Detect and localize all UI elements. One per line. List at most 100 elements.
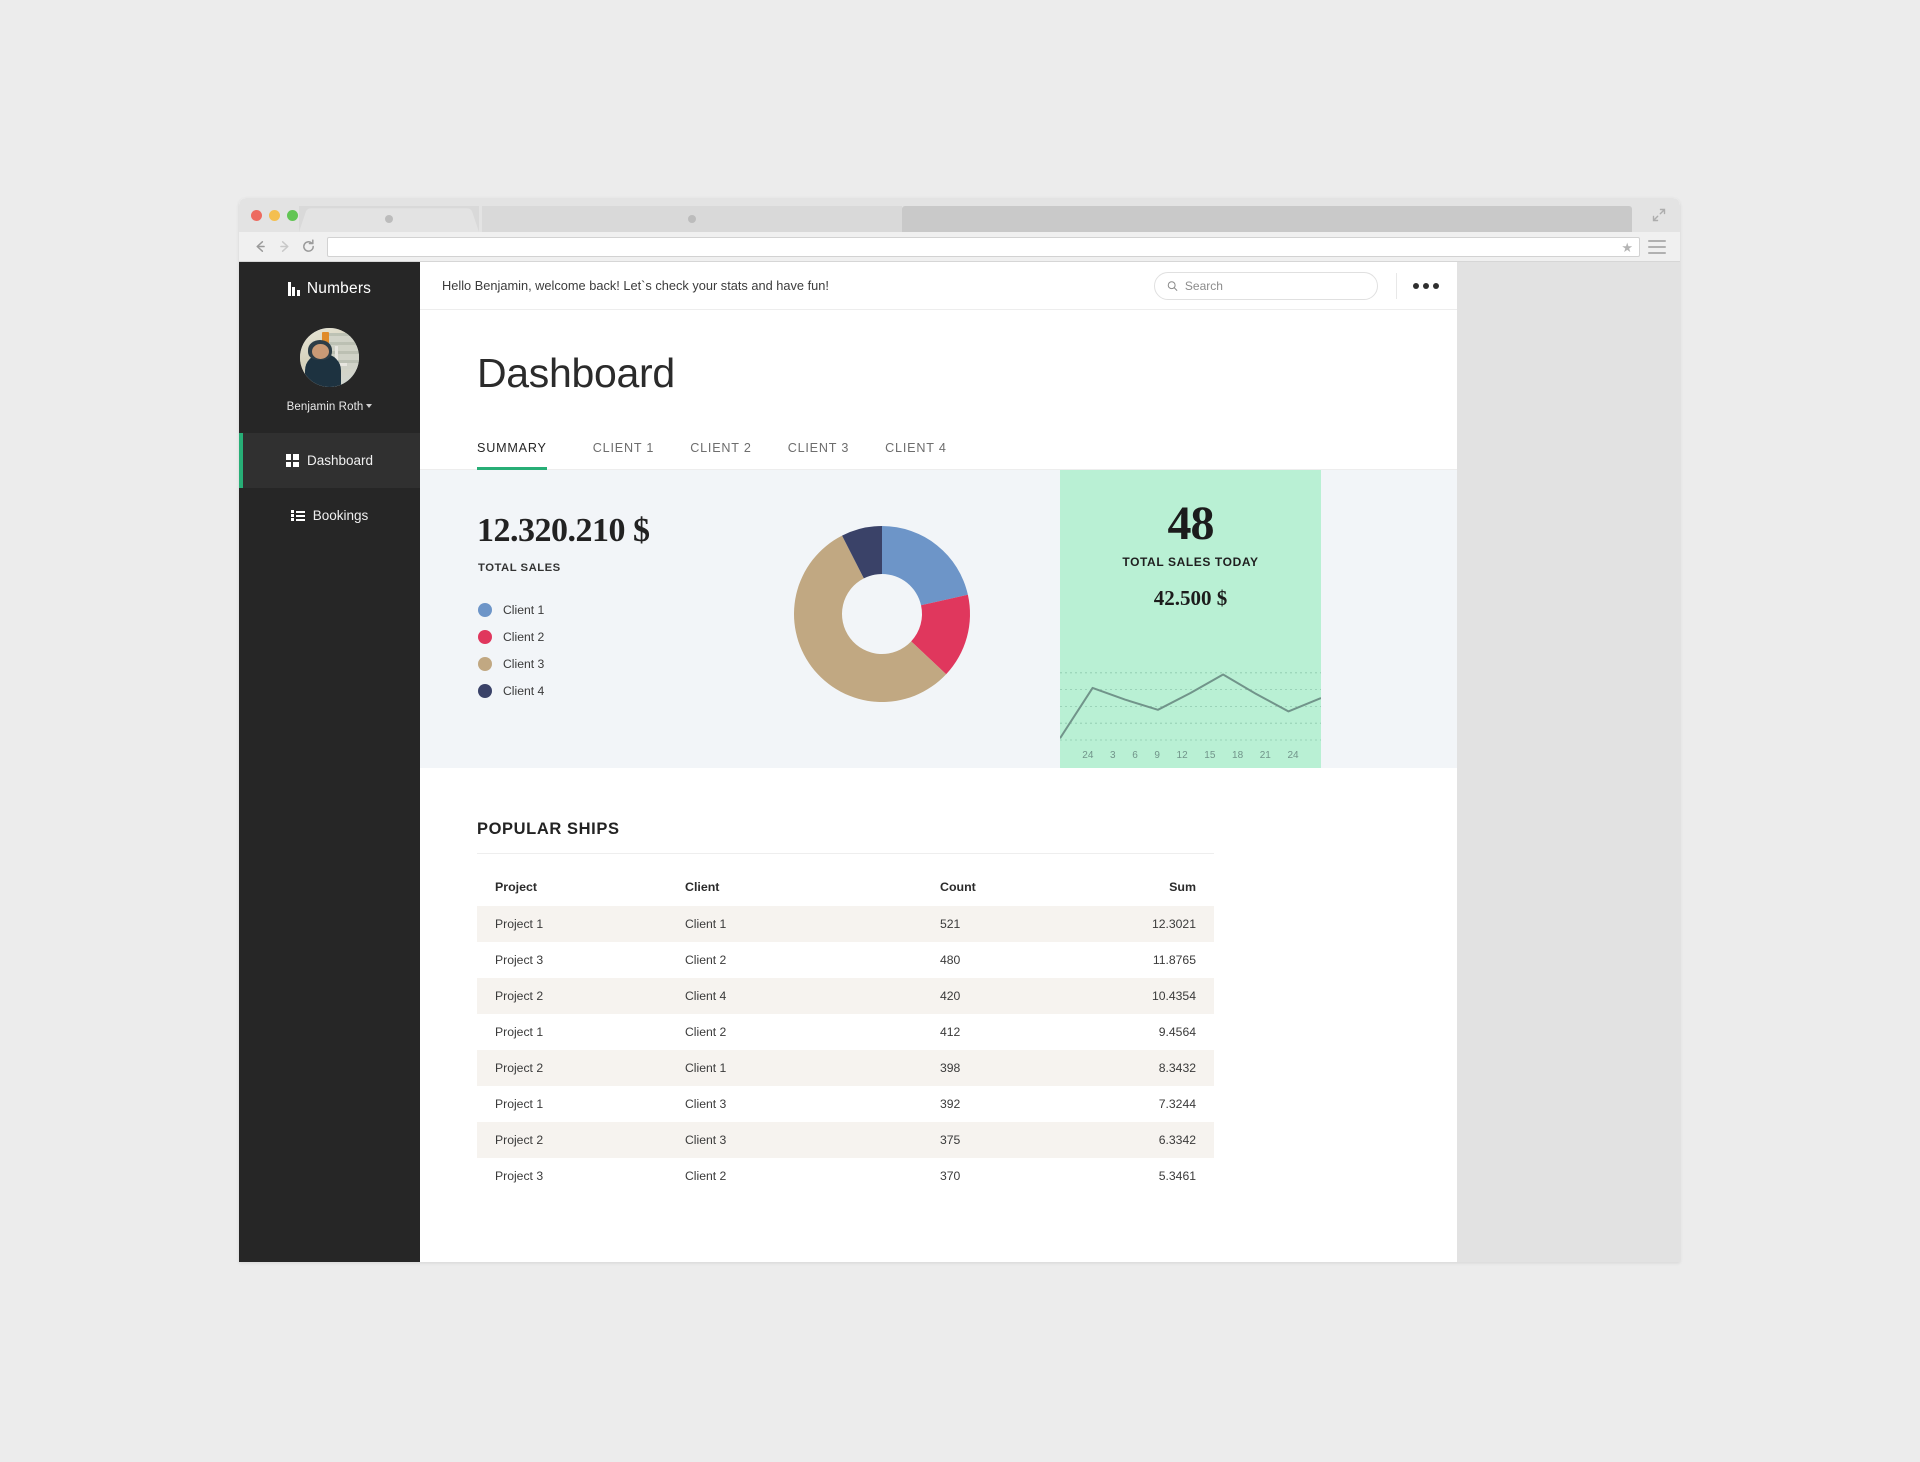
greeting-message: Hello Benjamin, welcome back! Let`s chec… — [442, 278, 829, 293]
total-sales-panel: 12.320.210 $ TOTAL SALES Client 1 Client… — [420, 470, 1020, 768]
cell-count: 420 — [940, 989, 961, 1003]
reload-icon[interactable] — [297, 236, 319, 258]
tab-label: CLIENT 4 — [885, 441, 947, 455]
tab-favicon-icon — [688, 215, 696, 223]
table-row[interactable]: Project 1 Client 3 392 7.3244 — [477, 1086, 1214, 1122]
tab-client-2[interactable]: CLIENT 2 — [672, 441, 769, 469]
back-arrow-icon[interactable] — [249, 236, 271, 258]
cell-project: Project 2 — [495, 1061, 544, 1075]
browser-toolbar: ★ — [239, 232, 1680, 262]
expand-icon[interactable] — [1652, 208, 1666, 222]
table-row[interactable]: Project 2 Client 1 398 8.3432 — [477, 1050, 1214, 1086]
legend-color-swatch — [478, 602, 492, 617]
cell-count: 398 — [940, 1061, 961, 1075]
donut-slice-1[interactable] — [882, 526, 968, 606]
close-window-button[interactable] — [251, 210, 262, 221]
star-icon[interactable]: ★ — [1621, 241, 1633, 254]
sidebar-item-bookings[interactable]: Bookings — [239, 488, 420, 543]
cell-project: Project 1 — [495, 917, 544, 931]
x-tick-label: 15 — [1204, 750, 1216, 761]
cell-count: 521 — [940, 917, 961, 931]
table-row[interactable]: Project 1 Client 2 412 9.4564 — [477, 1014, 1214, 1050]
column-header-sum[interactable]: Sum — [1062, 868, 1214, 906]
cell-sum: 12.3021 — [1151, 917, 1196, 931]
popular-ships-table: Project Client Count Sum Project 1 Client… — [477, 868, 1214, 1194]
cell-client: Client 1 — [685, 1061, 727, 1075]
chevron-down-icon[interactable] — [366, 403, 373, 408]
cell-client: Client 2 — [685, 953, 727, 967]
cell-project: Project 1 — [495, 1097, 544, 1111]
sidebar-item-dashboard[interactable]: Dashboard — [239, 433, 420, 488]
cell-project: Project 2 — [495, 989, 544, 1003]
cell-sum: 8.3432 — [1158, 1061, 1196, 1075]
tab-label: CLIENT 3 — [787, 441, 850, 455]
browser-tab[interactable] — [299, 206, 479, 232]
grid-icon — [285, 454, 299, 467]
tab-client-1[interactable]: CLIENT 1 — [575, 441, 672, 469]
maximize-window-button[interactable] — [287, 210, 298, 221]
section-title: POPULAR SHIPS — [477, 820, 1214, 854]
legend-color-swatch — [478, 683, 492, 698]
app-topbar: Hello Benjamin, welcome back! Let`s chec… — [420, 262, 1457, 310]
column-header-count[interactable]: Count — [922, 868, 1062, 906]
legend-item[interactable]: Client 1 — [478, 596, 544, 623]
search-box[interactable] — [1154, 271, 1378, 300]
cell-project: Project 3 — [495, 1169, 544, 1183]
table-row[interactable]: Project 3 Client 2 370 5.3461 — [477, 1158, 1214, 1194]
sidebar-item-label: Bookings — [312, 508, 369, 523]
tabstrip-background — [902, 206, 1632, 232]
user-profile[interactable]: Benjamin Roth — [239, 310, 420, 433]
tab-client-4[interactable]: CLIENT 4 — [867, 441, 964, 469]
tab-favicon-icon — [385, 215, 393, 223]
legend-color-swatch — [478, 656, 492, 671]
page-area: Hello Benjamin, welcome back! Let`s chec… — [420, 262, 1680, 1262]
more-options-icon[interactable] — [1413, 282, 1439, 289]
cell-client: Client 2 — [685, 1025, 727, 1039]
legend-item[interactable]: Client 2 — [478, 623, 544, 650]
table-row[interactable]: Project 1 Client 1 521 12.3021 — [477, 906, 1214, 942]
tab-client-3[interactable]: CLIENT 3 — [770, 441, 867, 469]
table-row[interactable]: Project 2 Client 3 375 6.3342 — [477, 1122, 1214, 1158]
x-tick-label: 24 — [1287, 750, 1299, 761]
sparkline-chart: 24 3 6 9 12 15 18 21 24 — [1060, 646, 1321, 768]
profile-name-row[interactable]: Benjamin Roth — [239, 397, 420, 415]
app-brand[interactable]: Numbers — [239, 262, 420, 310]
browser-tab[interactable] — [482, 206, 902, 232]
legend-item[interactable]: Client 4 — [478, 677, 544, 704]
forward-arrow-icon[interactable] — [273, 236, 295, 258]
browser-titlebar — [239, 198, 1680, 232]
cell-count: 370 — [940, 1169, 961, 1183]
profile-name: Benjamin Roth — [286, 401, 364, 413]
x-tick-label: 9 — [1154, 750, 1160, 761]
table-header: Project Client Count Sum — [477, 868, 1214, 906]
column-header-client[interactable]: Client — [667, 868, 922, 906]
search-input[interactable] — [1184, 278, 1365, 293]
avatar — [300, 328, 359, 387]
brand-name: Numbers — [306, 280, 372, 297]
popular-ships-section: POPULAR SHIPS Project Client Count Sum P… — [420, 768, 1457, 1194]
total-sales-label: TOTAL SALES — [478, 562, 561, 574]
tab-summary[interactable]: SUMMARY — [477, 441, 575, 470]
table-row[interactable]: Project 2 Client 4 420 10.4354 — [477, 978, 1214, 1014]
hamburger-menu-icon[interactable] — [1648, 239, 1666, 254]
legend-label: Client 1 — [503, 602, 545, 617]
tab-label: CLIENT 1 — [592, 441, 655, 455]
x-tick-label: 3 — [1110, 750, 1116, 761]
stats-strip: 12.320.210 $ TOTAL SALES Client 1 Client… — [420, 470, 1457, 768]
cell-project: Project 3 — [495, 953, 544, 967]
cell-count: 412 — [940, 1025, 961, 1039]
table-body: Project 1 Client 1 521 12.3021 Project 3 Clie… — [477, 906, 1214, 1194]
legend-item[interactable]: Client 3 — [478, 650, 544, 677]
table-row[interactable]: Project 3 Client 2 480 11.8765 — [477, 942, 1214, 978]
minimize-window-button[interactable] — [269, 210, 280, 221]
address-bar[interactable]: ★ — [327, 236, 1640, 257]
cell-count: 480 — [940, 953, 961, 967]
page-title: Dashboard — [477, 350, 675, 396]
cell-client: Client 3 — [685, 1097, 727, 1111]
cell-client: Client 3 — [685, 1133, 727, 1147]
legend-color-swatch — [478, 629, 492, 644]
legend-label: Client 2 — [503, 629, 545, 644]
tab-label: CLIENT 2 — [690, 441, 752, 455]
column-header-project[interactable]: Project — [477, 868, 667, 906]
sparkline-x-axis: 24 3 6 9 12 15 18 21 24 — [1060, 750, 1321, 761]
